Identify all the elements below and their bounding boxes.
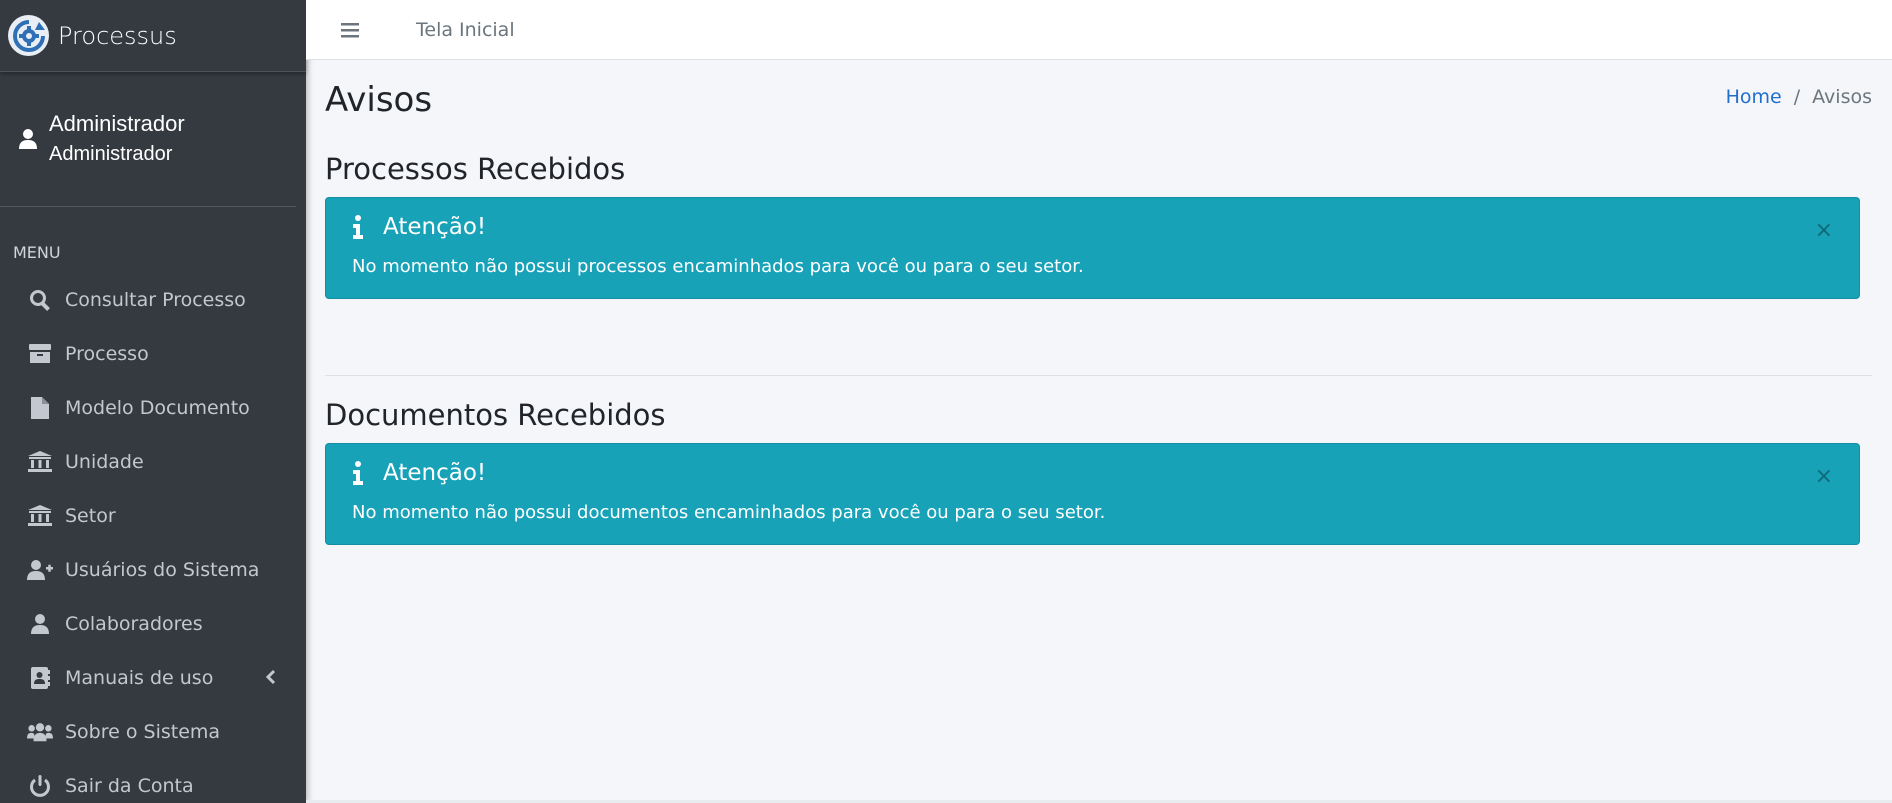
landmark-icon [27, 450, 53, 474]
breadcrumb-current: Avisos [1812, 86, 1872, 108]
breadcrumb-separator: / [1793, 86, 1801, 108]
chevron-left-icon[interactable] [265, 669, 276, 689]
alert-title: Atenção! [383, 460, 487, 486]
user-name: Administrador [49, 111, 185, 136]
main-content: Avisos Home / Avisos Processos Recebidos… [306, 60, 1892, 803]
close-icon[interactable]: × [1815, 220, 1833, 242]
sidebar-item-label: Unidade [65, 451, 144, 473]
top-navbar: Tela Inicial [306, 0, 1892, 60]
sidebar-item-usuarios-do-sistema[interactable]: Usuários do Sistema [0, 543, 306, 597]
sidebar-item-label: Colaboradores [65, 613, 203, 635]
page-title: Avisos [325, 80, 433, 120]
sidebar-item-label: Setor [65, 505, 116, 527]
sidebar: Processus Administrador Administrador ME… [0, 0, 306, 803]
search-icon [27, 288, 53, 312]
menu-toggle-icon[interactable] [336, 16, 364, 44]
user-icon [18, 128, 38, 150]
alert-title: Atenção! [383, 214, 487, 240]
brand-link[interactable]: Processus [0, 0, 306, 72]
sidebar-menu: Consultar Processo Processo Modelo Docum… [0, 273, 306, 803]
user-plus-icon [27, 558, 53, 582]
sidebar-item-sair-da-conta[interactable]: Sair da Conta [0, 759, 306, 803]
sidebar-item-sobre-o-sistema[interactable]: Sobre o Sistema [0, 705, 306, 759]
sidebar-item-setor[interactable]: Setor [0, 489, 306, 543]
sidebar-item-label: Sobre o Sistema [65, 721, 221, 743]
user-icon [27, 612, 53, 636]
section-divider [325, 375, 1872, 376]
sidebar-item-manuais-de-uso[interactable]: Manuais de uso [0, 651, 306, 705]
sidebar-item-modelo-documento[interactable]: Modelo Documento [0, 381, 306, 435]
sidebar-item-processo[interactable]: Processo [0, 327, 306, 381]
archive-icon [27, 342, 53, 366]
sidebar-item-unidade[interactable]: Unidade [0, 435, 306, 489]
user-role: Administrador [49, 143, 173, 165]
file-icon [27, 396, 53, 420]
close-icon[interactable]: × [1815, 466, 1833, 488]
sidebar-item-colaboradores[interactable]: Colaboradores [0, 597, 306, 651]
alert-documentos: Atenção! No momento não possui documento… [325, 443, 1860, 545]
alert-processos: Atenção! No momento não possui processos… [325, 197, 1860, 299]
sidebar-item-label: Modelo Documento [65, 397, 250, 419]
users-icon [27, 720, 53, 744]
section-title-processos: Processos Recebidos [325, 152, 626, 186]
address-book-icon [27, 666, 53, 690]
brand-logo-icon [8, 15, 49, 56]
home-page-link[interactable]: Tela Inicial [416, 19, 515, 41]
sidebar-item-label: Processo [65, 343, 149, 365]
info-icon [351, 460, 365, 486]
sidebar-item-label: Sair da Conta [65, 775, 194, 797]
info-icon [351, 214, 365, 240]
landmark-icon [27, 504, 53, 528]
sidebar-item-label: Consultar Processo [65, 289, 246, 311]
power-icon [27, 774, 53, 798]
sidebar-item-label: Manuais de uso [65, 667, 214, 689]
sidebar-item-consultar-processo[interactable]: Consultar Processo [0, 273, 306, 327]
alert-message: No momento não possui processos encaminh… [352, 256, 1084, 277]
brand-name: Processus [58, 21, 177, 50]
breadcrumb: Home / Avisos [1726, 86, 1872, 108]
user-panel[interactable]: Administrador Administrador [0, 72, 296, 207]
alert-message: No momento não possui documentos encamin… [352, 502, 1106, 523]
section-title-documentos: Documentos Recebidos [325, 398, 666, 432]
menu-header: MENU [13, 243, 61, 262]
breadcrumb-home-link[interactable]: Home [1726, 86, 1782, 108]
sidebar-item-label: Usuários do Sistema [65, 559, 260, 581]
